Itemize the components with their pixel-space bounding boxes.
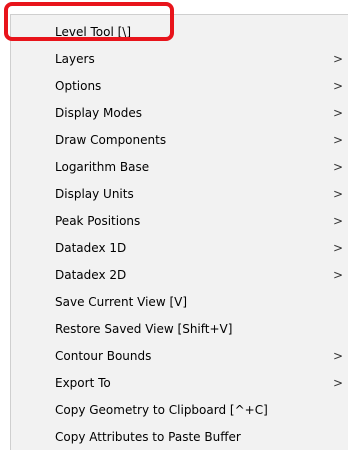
menu-item-copy-geometry[interactable]: Copy Geometry to Clipboard [^+C] [11, 397, 348, 423]
menu-item-label: Copy Geometry to Clipboard [^+C] [55, 403, 268, 417]
chevron-right-icon: > [333, 106, 344, 120]
menu-item-label: Logarithm Base [55, 160, 150, 174]
menu-item-label: Display Modes [55, 106, 142, 120]
menu-item-datadex-1d[interactable]: Datadex 1D > [11, 235, 348, 261]
menu-item-copy-attributes[interactable]: Copy Attributes to Paste Buffer [11, 424, 348, 450]
chevron-right-icon: > [333, 241, 344, 255]
menu-item-contour-bounds[interactable]: Contour Bounds > [11, 343, 348, 369]
menu-item-label: Restore Saved View [Shift+V] [55, 322, 233, 336]
menu-item-draw-components[interactable]: Draw Components > [11, 127, 348, 153]
menu-item-display-modes[interactable]: Display Modes > [11, 100, 348, 126]
chevron-right-icon: > [333, 187, 344, 201]
chevron-right-icon: > [333, 160, 344, 174]
menu-item-save-current-view[interactable]: Save Current View [V] [11, 289, 348, 315]
menu-item-export-to[interactable]: Export To > [11, 370, 348, 396]
menu-item-peak-positions[interactable]: Peak Positions > [11, 208, 348, 234]
menu-item-logarithm-base[interactable]: Logarithm Base > [11, 154, 348, 180]
menu-item-label: Datadex 2D [55, 268, 127, 282]
chevron-right-icon: > [333, 376, 344, 390]
chevron-right-icon: > [333, 349, 344, 363]
menu-item-layers[interactable]: Layers > [11, 46, 348, 72]
menu-item-label: Draw Components [55, 133, 167, 147]
chevron-right-icon: > [333, 133, 344, 147]
menu-item-label: Layers [55, 52, 95, 66]
menu-item-level-tool[interactable]: Level Tool [\] [11, 19, 348, 45]
menu-item-label: Display Units [55, 187, 134, 201]
menu-item-datadex-2d[interactable]: Datadex 2D > [11, 262, 348, 288]
menu-item-options[interactable]: Options > [11, 73, 348, 99]
menu-item-display-units[interactable]: Display Units > [11, 181, 348, 207]
menu-item-restore-saved-view[interactable]: Restore Saved View [Shift+V] [11, 316, 348, 342]
chevron-right-icon: > [333, 214, 344, 228]
menu-item-label: Copy Attributes to Paste Buffer [55, 430, 241, 444]
chevron-right-icon: > [333, 268, 344, 282]
menu-item-label: Export To [55, 376, 111, 390]
menu-item-label: Level Tool [\] [55, 25, 132, 39]
menu-item-label: Peak Positions [55, 214, 141, 228]
chevron-right-icon: > [333, 52, 344, 66]
menu-item-label: Contour Bounds [55, 349, 152, 363]
context-menu: Level Tool [\] Layers > Options > Displa… [10, 14, 348, 450]
menu-item-label: Save Current View [V] [55, 295, 188, 309]
chevron-right-icon: > [333, 79, 344, 93]
menu-item-label: Options [55, 79, 102, 93]
menu-item-label: Datadex 1D [55, 241, 127, 255]
